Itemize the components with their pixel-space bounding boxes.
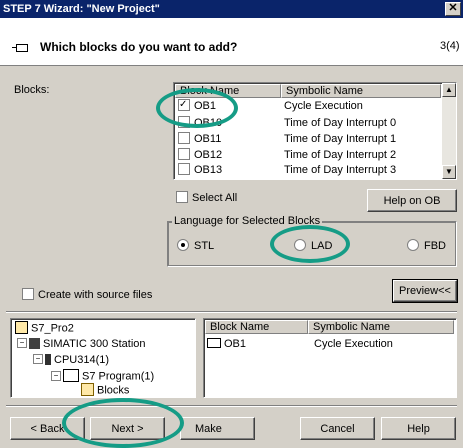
help-button[interactable]: Help: [381, 417, 456, 440]
divider: [6, 311, 457, 313]
divider: [6, 405, 457, 407]
radio-stl-label: STL: [194, 240, 215, 252]
list-item[interactable]: OB11 Time of Day Interrupt 1: [178, 132, 440, 147]
tree-label: CPU314(1): [54, 354, 110, 366]
highlight-circle-ob1: [156, 88, 238, 128]
radio-fbd[interactable]: FBD: [407, 239, 446, 252]
radio-fbd-label: FBD: [424, 240, 446, 252]
list-item[interactable]: OB1 Cycle Execution: [207, 337, 455, 352]
collapse-icon[interactable]: −: [17, 338, 27, 349]
tree-label: Blocks: [97, 384, 130, 397]
tree-label: S7 Program(1): [82, 370, 155, 383]
checkbox-ob12[interactable]: [178, 148, 190, 161]
select-all-checkbox[interactable]: Select All: [176, 191, 238, 204]
radio-stl-dot[interactable]: [177, 239, 189, 252]
create-source-checkbox[interactable]: Create with source files: [22, 288, 153, 301]
blocks-label: Blocks:: [14, 84, 50, 96]
tree-item-blocks[interactable]: Blocks: [81, 383, 130, 397]
preview-list[interactable]: Block Name Symbolic Name OB1 Cycle Execu…: [203, 318, 457, 398]
highlight-circle-lad: [270, 225, 350, 263]
scroll-up-icon[interactable]: ▲: [442, 83, 456, 97]
symbolic-name: Time of Day Interrupt 1: [284, 133, 397, 145]
block-name: OB12: [194, 149, 223, 161]
wizard-question: Which blocks do you want to add?: [40, 40, 238, 54]
symbolic-name: Time of Day Interrupt 2: [284, 149, 397, 161]
col-symbolic-name[interactable]: Symbolic Name: [308, 320, 454, 334]
checkbox-ob13[interactable]: [178, 163, 190, 176]
vertical-scrollbar[interactable]: ▲ ▼: [442, 83, 456, 179]
tree-item-program[interactable]: − S7 Program(1): [51, 369, 155, 383]
close-button[interactable]: ✕: [445, 2, 461, 16]
symbolic-name: Time of Day Interrupt 0: [284, 117, 397, 129]
help-on-ob-button[interactable]: Help on OB: [367, 189, 457, 212]
list-item[interactable]: OB13 Time of Day Interrupt 3: [178, 163, 440, 178]
list-item[interactable]: OB12 Time of Day Interrupt 2: [178, 148, 440, 163]
project-icon: [15, 321, 28, 334]
folder-icon: [81, 383, 94, 396]
tree-item-station[interactable]: − SIMATIC 300 Station: [17, 337, 146, 350]
select-all-box[interactable]: [176, 191, 188, 204]
col-block-name[interactable]: Block Name: [205, 320, 308, 334]
station-icon: [29, 337, 40, 349]
checkbox-ob11[interactable]: [178, 132, 190, 145]
block-name: OB11: [194, 133, 222, 145]
tree-item-cpu[interactable]: − CPU314(1): [33, 353, 110, 366]
preview-button[interactable]: Preview<<: [392, 279, 458, 303]
page-indicator: 3(4): [440, 40, 460, 52]
create-source-box[interactable]: [22, 288, 34, 301]
make-button[interactable]: Make: [180, 417, 255, 440]
window-title: STEP 7 Wizard: "New Project": [0, 0, 463, 18]
tree-item-project[interactable]: S7_Pro2: [15, 321, 74, 335]
block-icon: [12, 44, 28, 52]
project-tree[interactable]: S7_Pro2 − SIMATIC 300 Station − CPU314(1) …: [10, 318, 196, 398]
block-icon: [207, 338, 221, 349]
tree-label: S7_Pro2: [31, 322, 74, 335]
scroll-down-icon[interactable]: ▼: [442, 165, 456, 179]
collapse-icon[interactable]: −: [33, 354, 43, 365]
symbolic-name: Cycle Execution: [314, 338, 393, 350]
highlight-circle-next: [62, 398, 184, 448]
select-all-label: Select All: [192, 192, 238, 204]
symbolic-name: Cycle Execution: [284, 100, 363, 112]
program-icon: [63, 369, 79, 382]
block-name: OB1: [224, 338, 247, 350]
radio-fbd-dot[interactable]: [407, 239, 419, 252]
cpu-icon: [45, 353, 51, 365]
cancel-button[interactable]: Cancel: [300, 417, 375, 440]
collapse-icon[interactable]: −: [51, 370, 61, 381]
create-source-label: Create with source files: [38, 289, 153, 301]
radio-stl[interactable]: STL: [177, 239, 215, 252]
col-symbolic-name[interactable]: Symbolic Name: [281, 84, 441, 98]
block-name: OB13: [194, 164, 223, 176]
tree-label: SIMATIC 300 Station: [43, 338, 146, 350]
symbolic-name: Time of Day Interrupt 3: [284, 164, 397, 176]
